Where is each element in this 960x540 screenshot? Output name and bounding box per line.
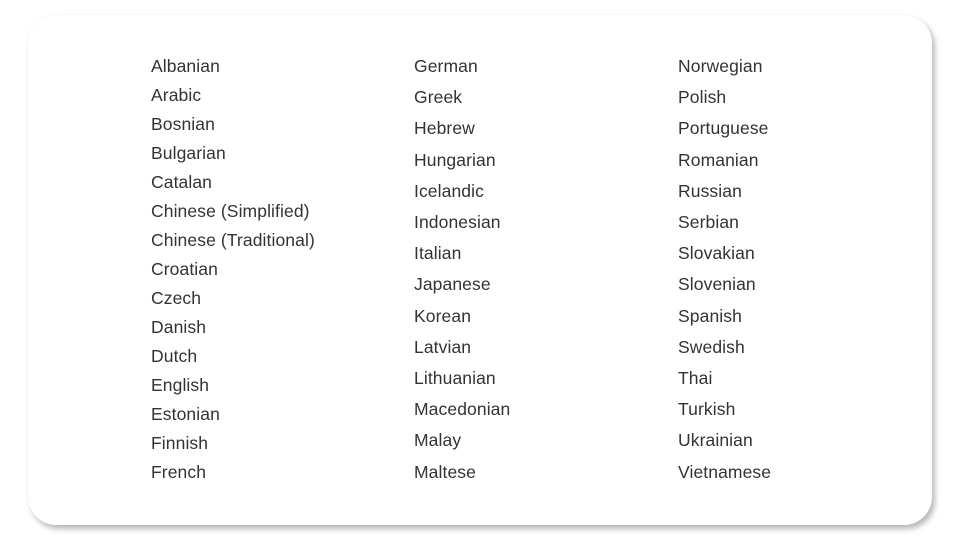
language-item: Czech: [151, 288, 202, 308]
language-item: Turkish: [678, 399, 736, 420]
language-item: Hebrew: [414, 118, 475, 139]
language-item: Slovakian: [678, 243, 755, 264]
language-item: Ukrainian: [678, 430, 753, 451]
language-item: Thai: [678, 368, 713, 388]
language-item: Chinese (Traditional): [151, 230, 315, 250]
language-item: Japanese: [414, 274, 491, 295]
languages-card: Albanian Arabic Bosnian Bulgarian Catalan Chi…: [28, 15, 932, 525]
language-item: Italian: [414, 243, 462, 264]
language-item: Serbian: [678, 212, 740, 232]
language-item: Croatian: [151, 259, 218, 279]
language-item: Estonian: [151, 404, 220, 424]
language-item: Finnish: [151, 433, 209, 453]
language-item: Korean: [414, 305, 472, 326]
language-item: Indonesian: [414, 212, 501, 232]
language-item: Romanian: [678, 149, 759, 170]
language-item: Vietnamese: [678, 461, 772, 482]
language-item: Swedish: [678, 336, 745, 357]
language-item: Arabic: [151, 85, 202, 105]
language-item: Catalan: [151, 172, 213, 192]
language-item: Dutch: [151, 346, 198, 366]
language-item: Polish: [678, 87, 727, 108]
language-item: Macedonian: [414, 399, 511, 420]
language-item: Norwegian: [678, 56, 763, 76]
language-item: Portuguese: [678, 118, 769, 139]
language-item: Slovenian: [678, 274, 756, 295]
language-item: Chinese (Simplified): [151, 201, 310, 221]
language-item: Hungarian: [414, 149, 496, 170]
language-item: Russian: [678, 180, 742, 201]
language-item: Danish: [151, 317, 207, 337]
language-item: Maltese: [414, 461, 476, 482]
language-item: German: [414, 56, 478, 76]
language-item: Greek: [414, 87, 463, 108]
language-item: Spanish: [678, 305, 742, 326]
language-item: Lithuanian: [414, 368, 496, 388]
language-item: French: [151, 462, 207, 482]
language-item: Malay: [414, 430, 462, 451]
language-item: English: [151, 375, 210, 395]
language-item: Bulgarian: [151, 143, 226, 163]
language-item: Icelandic: [414, 180, 484, 201]
language-item: Latvian: [414, 336, 472, 357]
language-item: Albanian: [151, 56, 220, 76]
language-item: Bosnian: [151, 114, 215, 134]
